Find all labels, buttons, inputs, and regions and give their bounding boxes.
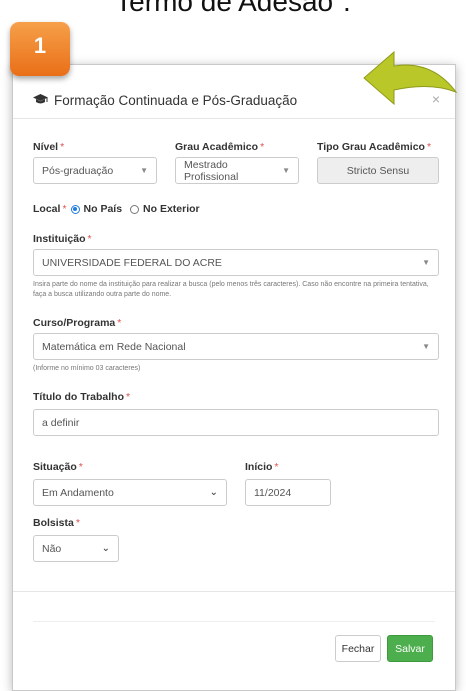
form-divider xyxy=(13,591,455,592)
grau-academico-select[interactable]: Mestrado Profissional ▼ xyxy=(175,157,299,184)
grau-academico-label: Grau Acadêmico * xyxy=(175,141,265,153)
radio-no-exterior[interactable] xyxy=(130,204,140,214)
situacao-select[interactable]: Em Andamento ⌄ xyxy=(33,479,227,506)
chevron-down-icon: ▼ xyxy=(422,342,430,351)
graduation-cap-icon xyxy=(33,93,48,108)
chevron-down-icon: ⌄ xyxy=(209,487,218,498)
radio-no-pais[interactable] xyxy=(70,204,80,214)
page-caption: Termo de Adesão". xyxy=(115,0,351,17)
step-badge: 1 xyxy=(10,22,70,76)
radio-no-pais-label[interactable]: No País xyxy=(84,203,123,215)
chevron-down-icon: ▼ xyxy=(282,166,290,175)
curso-select[interactable]: Matemática em Rede Nacional ▼ xyxy=(33,333,439,360)
situacao-label: Situação * xyxy=(33,461,83,473)
chevron-down-icon: ⌄ xyxy=(101,543,110,554)
inicio-label: Início * xyxy=(245,461,279,473)
curso-help: (Informe no mínimo 03 caracteres) xyxy=(33,365,141,372)
bolsista-label: Bolsista * xyxy=(33,517,80,529)
footer-divider xyxy=(33,621,435,622)
local-radio-group: Local * No País No Exterior xyxy=(33,203,200,215)
titulo-label: Título do Trabalho * xyxy=(33,391,131,403)
radio-no-exterior-label[interactable]: No Exterior xyxy=(143,203,200,215)
nivel-select[interactable]: Pós-graduação ▼ xyxy=(33,157,157,184)
instituicao-label: Instituição * xyxy=(33,233,92,245)
bolsista-select[interactable]: Não ⌄ xyxy=(33,535,119,562)
salvar-button[interactable]: Salvar xyxy=(387,635,433,662)
chevron-down-icon: ▼ xyxy=(140,166,148,175)
nivel-label: Nível * xyxy=(33,141,65,153)
instituicao-help: Insira parte do nome da instituição para… xyxy=(33,281,429,298)
modal-dialog: Formação Continuada e Pós-Graduação × Ní… xyxy=(12,64,456,691)
modal-title: Formação Continuada e Pós-Graduação xyxy=(54,93,298,108)
inicio-input[interactable]: 11/2024 xyxy=(245,479,331,506)
modal-header: Formação Continuada e Pós-Graduação xyxy=(33,93,297,108)
chevron-down-icon: ▼ xyxy=(422,258,430,267)
titulo-input[interactable]: a definir xyxy=(33,409,439,436)
arrow-icon xyxy=(363,50,458,106)
instituicao-select[interactable]: UNIVERSIDADE FEDERAL DO ACRE ▼ xyxy=(33,249,439,276)
tipo-grau-label: Tipo Grau Acadêmico * xyxy=(317,141,432,153)
tipo-grau-field: Stricto Sensu xyxy=(317,157,439,184)
local-label: Local * xyxy=(33,203,67,215)
curso-label: Curso/Programa * xyxy=(33,317,122,329)
fechar-button[interactable]: Fechar xyxy=(335,635,381,662)
